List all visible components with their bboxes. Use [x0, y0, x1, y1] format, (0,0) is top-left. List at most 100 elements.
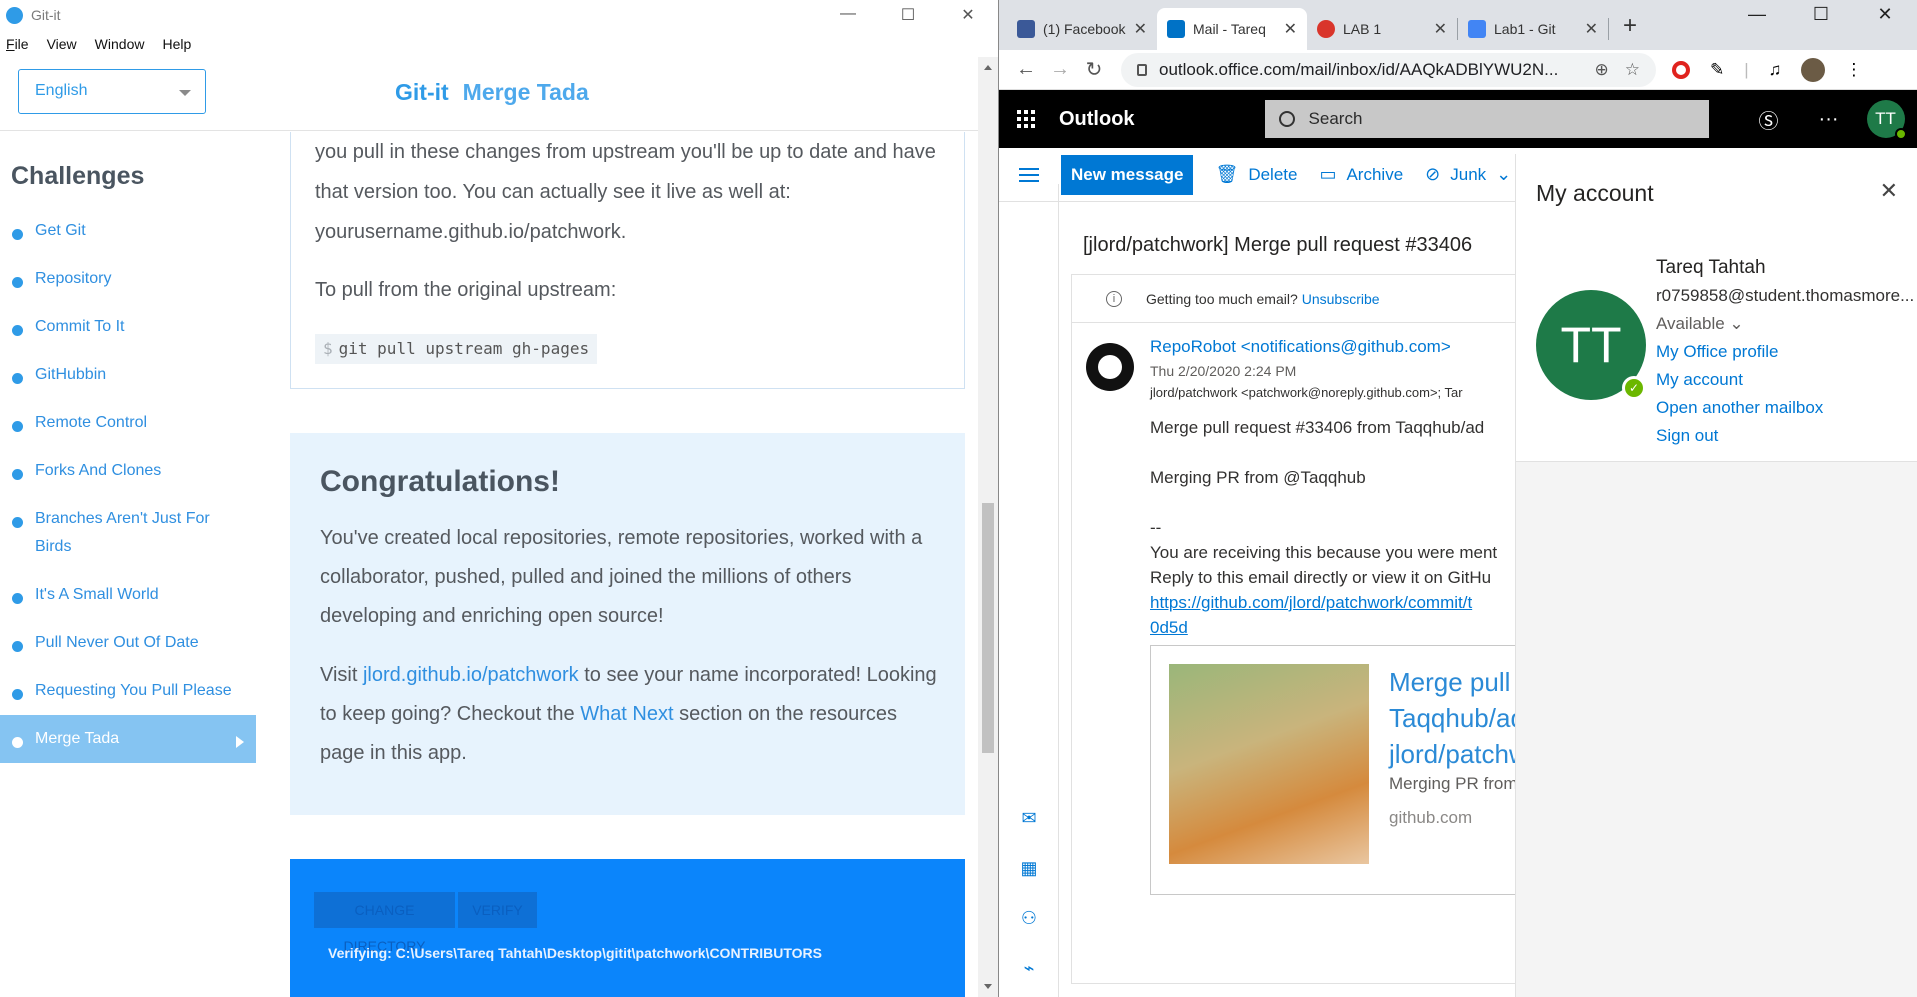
avatar-initials: TT — [1560, 317, 1622, 373]
gitit-scrollbar[interactable] — [978, 57, 998, 997]
tab-mail[interactable]: Mail - Tareq ✕ — [1157, 8, 1307, 50]
account-card: My account ✕ TT ✓ Tareq Tahtah r0759858@s… — [1516, 154, 1917, 462]
language-select[interactable]: English — [18, 69, 206, 114]
maximize-icon[interactable]: ☐ — [1789, 0, 1853, 25]
app-launcher-icon[interactable] — [1017, 110, 1035, 128]
challenge-remote-control[interactable]: Remote Control — [0, 399, 260, 447]
challenge-forks-and-clones[interactable]: Forks And Clones — [0, 447, 260, 495]
presence-status[interactable]: Available ⌄ — [1656, 310, 1914, 338]
menu-window[interactable]: Window — [95, 36, 145, 52]
minimize-icon[interactable]: — — [818, 5, 878, 25]
hamburger-icon[interactable] — [1019, 164, 1039, 186]
preview-title-line: Merge pull — [1389, 667, 1511, 697]
url-field[interactable]: outlook.office.com/mail/inbox/id/AAQkADB… — [1121, 52, 1656, 87]
challenge-label: Merge Tada — [35, 730, 120, 747]
code-command: git pull upstream gh-pages — [338, 339, 590, 358]
opera-icon[interactable] — [1672, 60, 1690, 79]
menu-dots-icon[interactable]: ⋮ — [1845, 60, 1862, 80]
challenge-repository[interactable]: Repository — [0, 255, 260, 303]
patchwork-link[interactable]: jlord.github.io/patchwork — [363, 664, 579, 686]
junk-button[interactable]: ⊘ Junk ⌄ — [1425, 164, 1511, 185]
reload-icon[interactable]: ↻ — [1077, 57, 1111, 82]
account-avatar[interactable]: TT ✓ — [1536, 290, 1646, 400]
minimize-icon[interactable]: — — [1725, 0, 1789, 25]
bullet-icon — [12, 737, 23, 748]
mail-icon[interactable]: ✉ — [1017, 808, 1041, 829]
menu-help[interactable]: Help — [162, 36, 191, 52]
search-box[interactable]: Search — [1264, 100, 1709, 138]
tab-label: Mail - Tareq — [1193, 21, 1266, 37]
eyedropper-icon[interactable]: ✎ — [1710, 60, 1724, 80]
play-arrow-icon — [236, 736, 244, 748]
forward-icon[interactable]: → — [1043, 58, 1077, 81]
challenge-content: you pull in these changes from upstream … — [290, 132, 965, 997]
tab-facebook[interactable]: (1) Facebook ✕ — [1007, 8, 1157, 50]
challenge-small-world[interactable]: It's A Small World — [0, 571, 260, 619]
menu-view[interactable]: View — [47, 36, 77, 52]
link-preview-card[interactable]: Merge pull Taqqhub/ad jlord/patchw Mergi… — [1150, 645, 1515, 895]
gitit-header: English Git-it Merge Tada — [0, 57, 978, 131]
delete-button[interactable]: 🗑 Delete — [1215, 164, 1297, 185]
preview-image — [1169, 664, 1369, 864]
congrats-visit: Visit jlord.github.io/patchwork to see y… — [320, 656, 937, 773]
people-icon[interactable]: ⚇ — [1017, 908, 1041, 929]
tab-close-icon[interactable]: ✕ — [1585, 19, 1598, 39]
close-icon[interactable]: ✕ — [938, 5, 998, 25]
scroll-up-icon[interactable] — [984, 65, 992, 70]
challenge-label: Get Git — [35, 222, 86, 239]
change-directory-button[interactable]: CHANGE DIRECTORY — [314, 892, 455, 954]
sign-out-link[interactable]: Sign out — [1656, 422, 1914, 450]
github-avatar-icon — [1086, 343, 1134, 391]
skype-icon[interactable]: Ⓢ — [1759, 105, 1779, 134]
what-next-link[interactable]: What Next — [580, 703, 673, 725]
close-icon[interactable]: ✕ — [1853, 0, 1917, 25]
maximize-icon[interactable]: ☐ — [878, 5, 938, 25]
challenge-pull-never-out-of-date[interactable]: Pull Never Out Of Date — [0, 619, 260, 667]
instructions-text-pull: To pull from the original upstream: — [315, 279, 617, 301]
tab-close-icon[interactable]: ✕ — [1434, 19, 1447, 39]
office-profile-link[interactable]: My Office profile — [1656, 338, 1914, 366]
verify-button[interactable]: VERIFY — [458, 892, 537, 928]
profile-avatar[interactable] — [1801, 57, 1826, 82]
media-icon[interactable]: ♫ — [1769, 60, 1782, 80]
challenge-commit-to-it[interactable]: Commit To It — [0, 303, 260, 351]
more-icon[interactable]: ··· — [1819, 108, 1839, 131]
menu-file[interactable]: File — [6, 36, 29, 52]
message-body: Merge pull request #33406 from Taqqhub/a… — [1150, 415, 1497, 640]
open-mailbox-link[interactable]: Open another mailbox — [1656, 394, 1914, 422]
challenge-get-git[interactable]: Get Git — [0, 207, 260, 255]
commit-link[interactable]: https://github.com/jlord/patchwork/commi… — [1150, 593, 1472, 612]
bookmark-star-icon[interactable]: ☆ — [1625, 60, 1640, 80]
challenge-branches[interactable]: Branches Aren't Just For Birds — [0, 495, 230, 571]
new-tab-button[interactable]: + — [1623, 12, 1637, 40]
close-icon[interactable]: ✕ — [1880, 178, 1898, 204]
tab-lab1[interactable]: LAB 1 ✕ — [1307, 8, 1457, 50]
outlook-title[interactable]: Outlook — [1059, 108, 1135, 131]
challenge-githubbin[interactable]: GitHubbin — [0, 351, 260, 399]
archive-button[interactable]: ▭ Archive — [1319, 164, 1403, 185]
challenge-merge-tada[interactable]: Merge Tada — [0, 715, 256, 763]
back-icon[interactable]: ← — [1009, 58, 1043, 81]
lab-icon — [1317, 20, 1335, 38]
account-name: Tareq Tahtah — [1656, 257, 1766, 278]
attach-icon[interactable]: ⌁ — [1017, 958, 1041, 979]
tab-close-icon[interactable]: ✕ — [1134, 19, 1147, 39]
scrollbar-thumb[interactable] — [982, 503, 994, 753]
commit-link-cont[interactable]: 0d5d — [1150, 618, 1188, 637]
preview-title[interactable]: Merge pull Taqqhub/ad jlord/patchw — [1389, 664, 1515, 772]
calendar-icon[interactable]: ▦ — [1017, 858, 1041, 879]
tab-lab1-git[interactable]: Lab1 - Git ✕ — [1458, 8, 1608, 50]
scroll-down-icon[interactable] — [984, 984, 992, 989]
sender[interactable]: RepoRobot <notifications@github.com> — [1150, 337, 1451, 357]
bullet-icon — [12, 421, 23, 432]
challenge-label: Pull Never Out Of Date — [35, 634, 199, 651]
tab-close-icon[interactable]: ✕ — [1284, 19, 1297, 39]
challenge-requesting-you-pull[interactable]: Requesting You Pull Please — [0, 667, 260, 715]
unsubscribe-link[interactable]: Unsubscribe — [1302, 291, 1380, 307]
install-icon[interactable]: ⊕ — [1595, 60, 1609, 80]
tab-separator — [1608, 18, 1609, 40]
unsubscribe-text: Getting too much email? — [1146, 290, 1298, 307]
challenge-label: Commit To It — [35, 318, 125, 335]
user-avatar[interactable]: TT — [1866, 100, 1907, 140]
my-account-link[interactable]: My account — [1656, 366, 1914, 394]
